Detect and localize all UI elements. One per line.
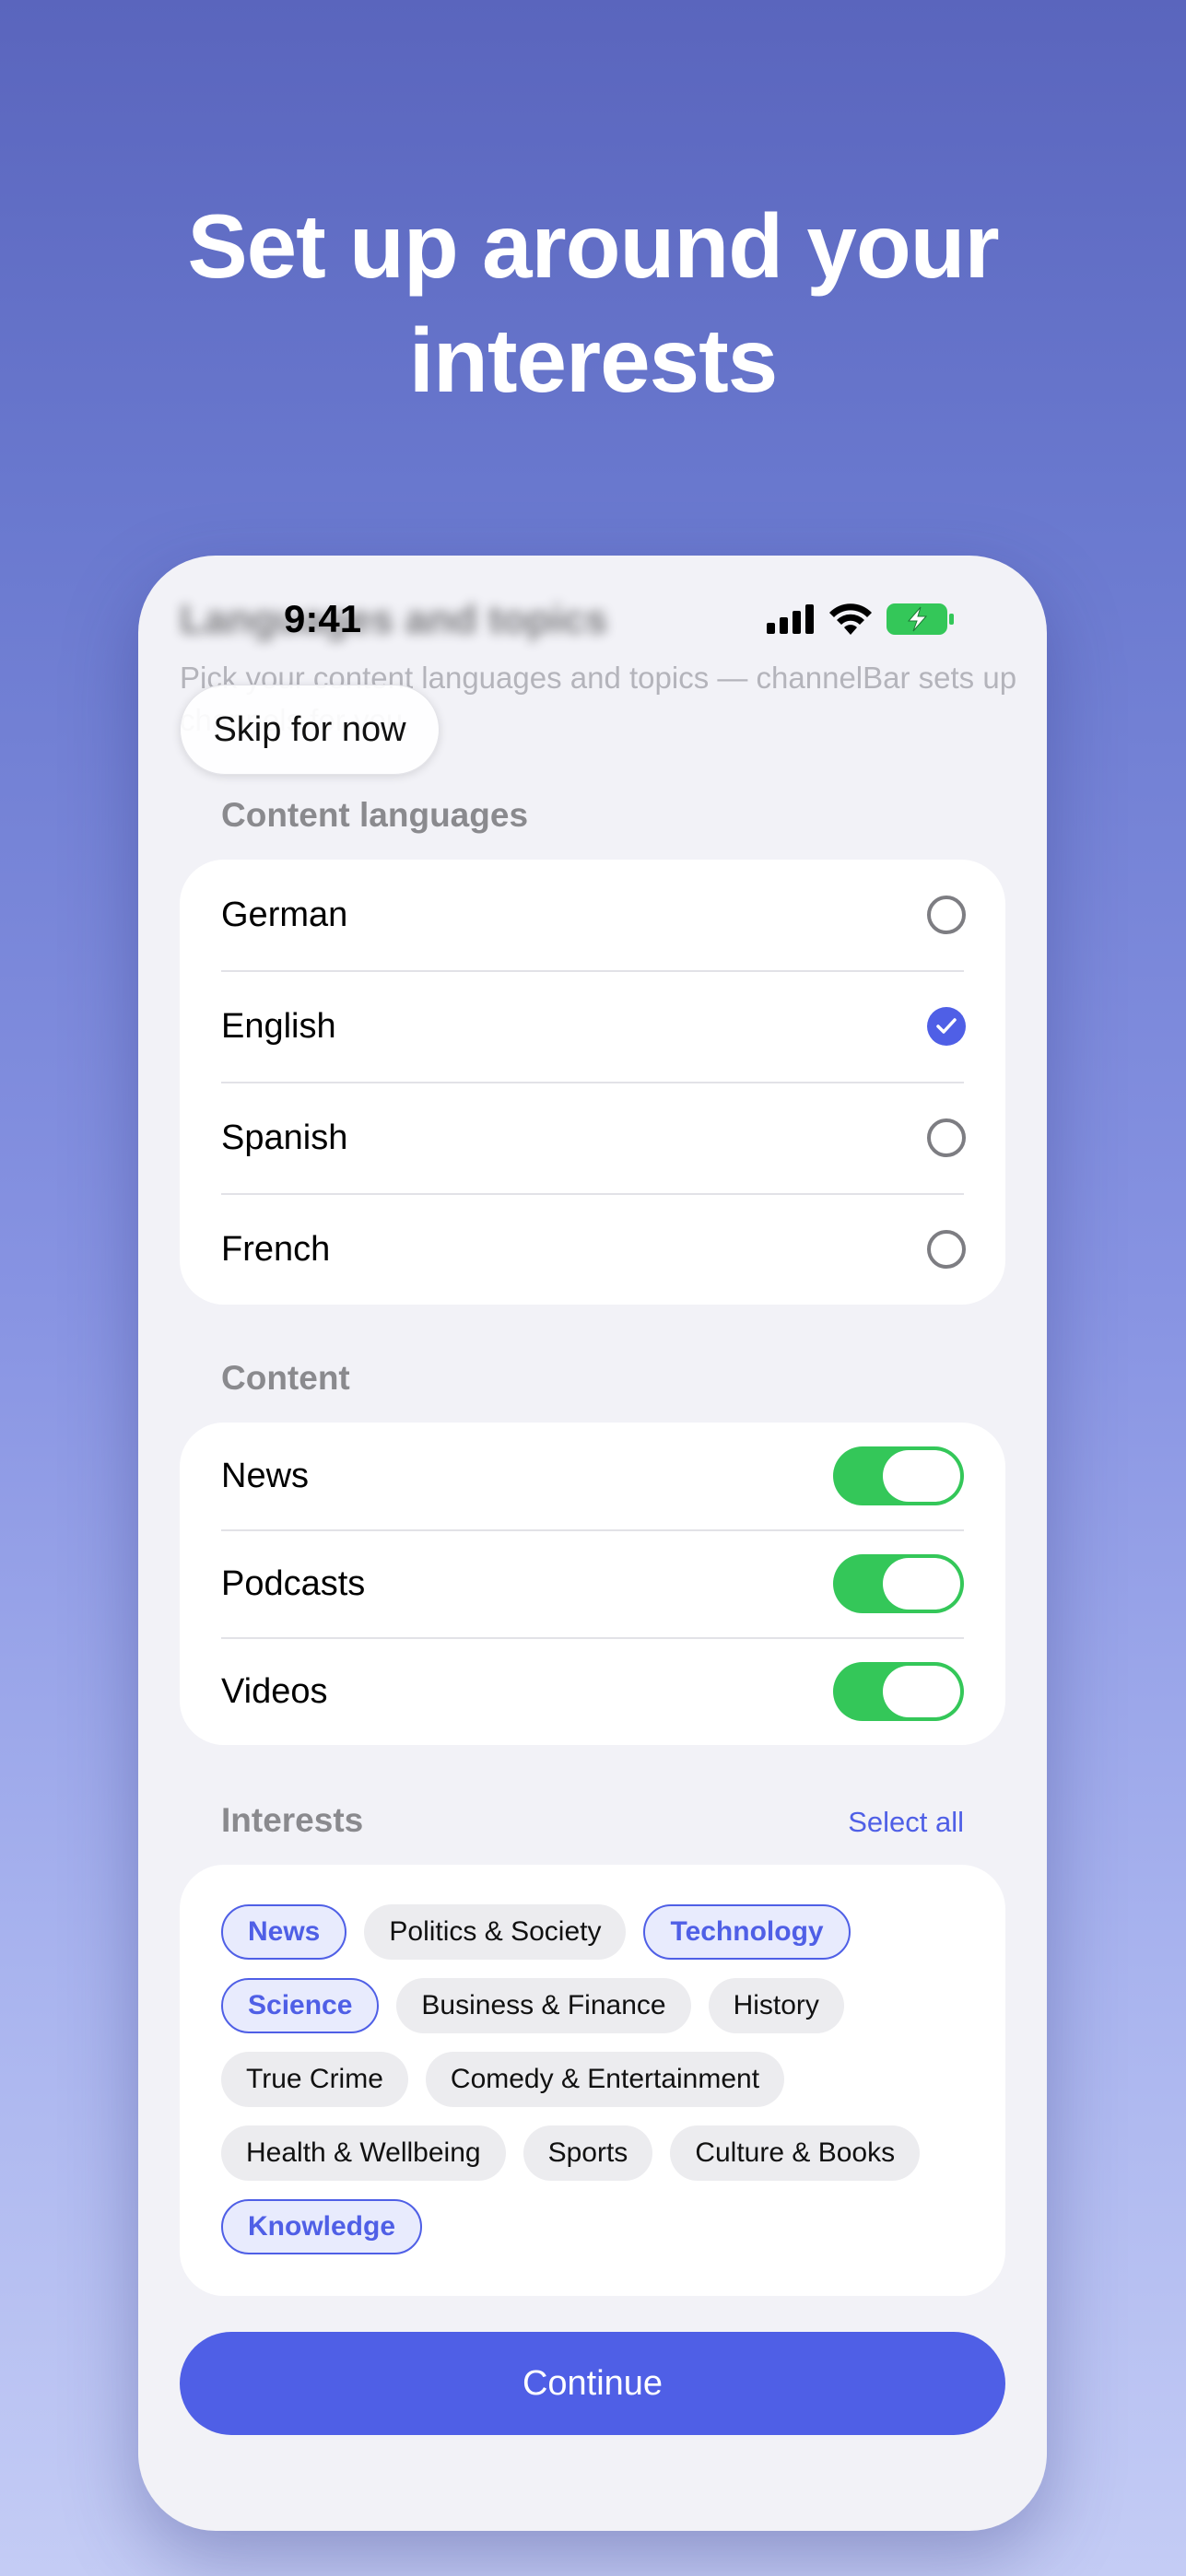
status-time: 9:41 [284,597,362,640]
chip-business-finance[interactable]: Business & Finance [396,1978,691,2033]
language-label: French [221,1229,331,1269]
interest-chips: News Politics & Society Technology Scien… [221,1904,977,2254]
skip-button[interactable]: Skip for now [180,685,440,775]
toggle-knob [883,1558,960,1610]
languages-card: German English Spanish French [180,860,1005,1305]
interests-card: News Politics & Society Technology Scien… [180,1865,1005,2296]
battery-charging-icon [887,603,955,639]
language-label: German [221,895,348,934]
language-label: Spanish [221,1118,348,1157]
chip-politics-society[interactable]: Politics & Society [364,1904,627,1960]
phone-mockup: Languages and topics Pick your content l… [138,556,1047,2531]
content-header: Content [221,1359,350,1397]
language-row-spanish[interactable]: Spanish [221,1083,966,1193]
chip-health-wellbeing[interactable]: Health & Wellbeing [221,2125,506,2181]
chip-history[interactable]: History [708,1978,844,2033]
headline-line-1: Set up around your [187,195,999,297]
wifi-icon [829,603,872,639]
language-row-german[interactable]: German [221,860,966,970]
language-label: English [221,1006,336,1046]
toggle-knob [883,1450,960,1502]
videos-toggle[interactable] [833,1662,964,1721]
headline: Set up around your interests [0,189,1186,417]
chip-science[interactable]: Science [221,1978,380,2033]
chip-comedy-entertainment[interactable]: Comedy & Entertainment [425,2052,785,2107]
content-label: News [221,1456,310,1495]
radio-unchecked-icon[interactable] [927,1118,966,1157]
content-row-news: News [221,1423,964,1529]
content-row-podcasts: Podcasts [221,1530,964,1637]
radio-unchecked-icon[interactable] [927,1230,966,1269]
toggle-knob [883,1666,960,1717]
content-row-videos: Videos [221,1638,964,1745]
screen-title: Languages and topics [180,597,608,642]
content-card: News Podcasts Videos [180,1423,1005,1745]
radio-unchecked-icon[interactable] [927,896,966,934]
chip-news[interactable]: News [221,1904,347,1960]
content-label: Podcasts [221,1563,366,1603]
interests-header: Interests [221,1801,364,1839]
chip-culture-books[interactable]: Culture & Books [670,2125,921,2181]
podcasts-toggle[interactable] [833,1554,964,1613]
chip-true-crime[interactable]: True Crime [221,2052,408,2107]
language-row-english[interactable]: English [221,971,966,1082]
select-all-link[interactable]: Select all [848,1806,964,1839]
languages-header: Content languages [221,796,529,834]
status-icons [767,603,955,639]
chip-knowledge[interactable]: Knowledge [221,2199,423,2254]
continue-button[interactable]: Continue [180,2332,1005,2435]
language-row-french[interactable]: French [221,1194,966,1305]
news-toggle[interactable] [833,1446,964,1505]
headline-line-2: interests [408,310,779,411]
chip-sports[interactable]: Sports [523,2125,653,2181]
cellular-signal-icon [767,604,815,638]
radio-checked-icon[interactable] [927,1007,966,1046]
content-label: Videos [221,1671,328,1711]
chip-technology[interactable]: Technology [643,1904,851,1960]
checkmark-icon [936,1018,957,1034]
